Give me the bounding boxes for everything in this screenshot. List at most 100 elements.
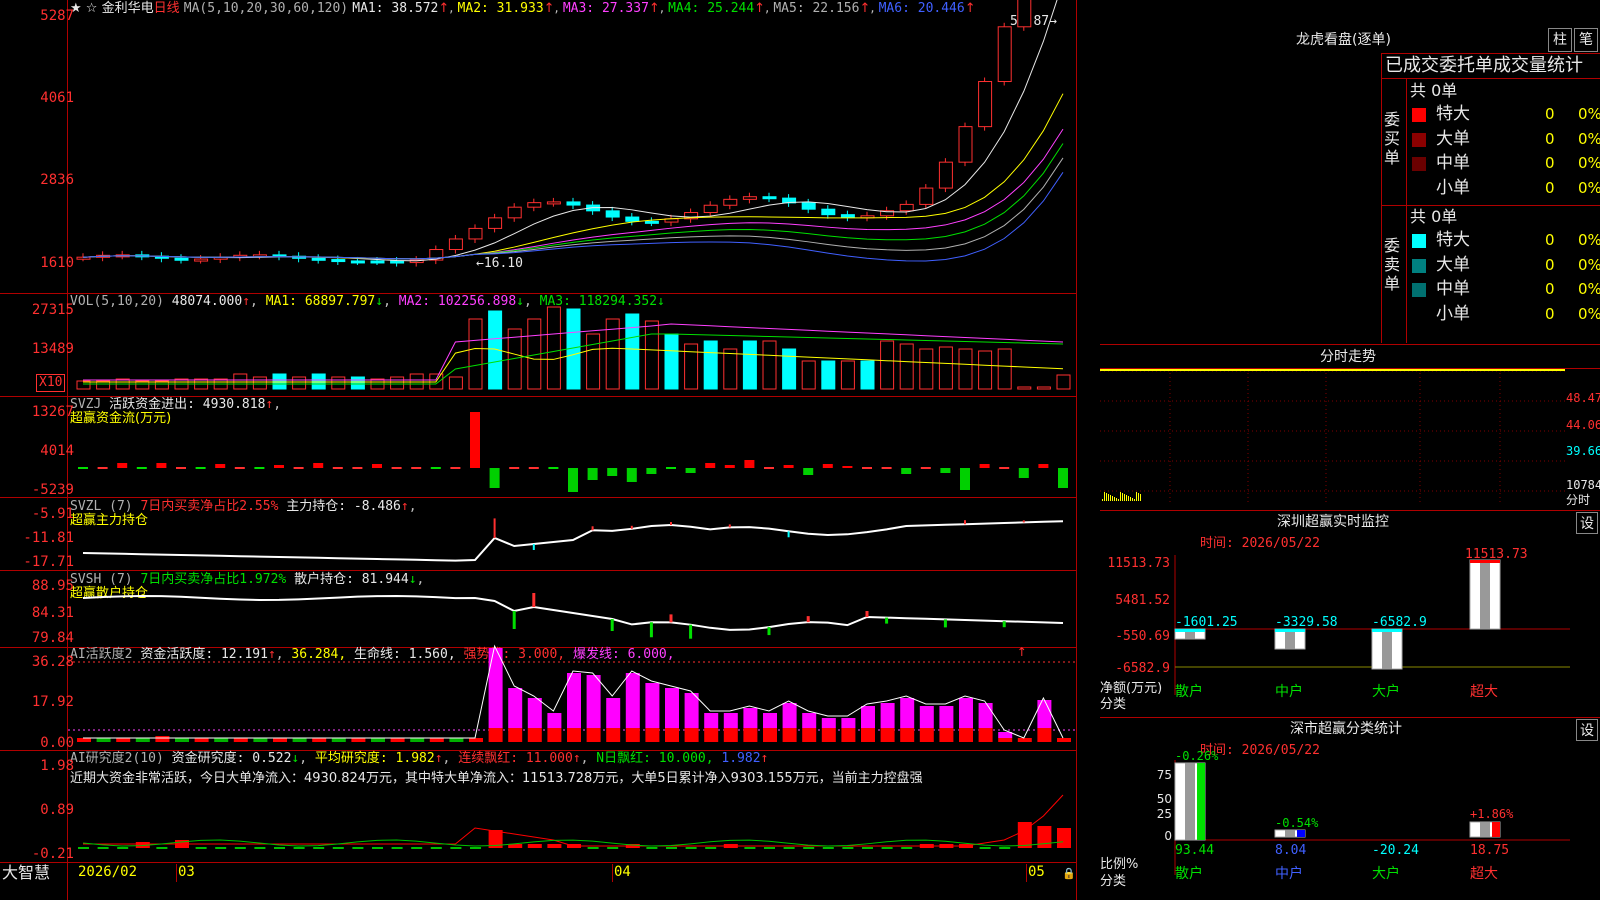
buy-row-pct: 0% [1578,105,1600,123]
research-chart[interactable] [68,751,1076,862]
candle [801,202,816,210]
volume-bar [762,340,777,390]
sell-row-count: 0 [1545,255,1555,274]
divider [1100,717,1600,718]
activity-base-bar [351,738,366,742]
flow-bar [783,465,794,468]
pen-toggle-button[interactable]: 笔 [1574,28,1598,52]
class-category: 大户 [1372,865,1400,882]
date-tick [612,864,613,882]
sell-row-pct: 0% [1578,255,1600,274]
intraday-unit: 分时 [1566,493,1591,507]
flow-bar [470,412,480,468]
activity-bar [665,688,679,728]
activity-chart[interactable]: ↑ [68,644,1076,750]
y-label: 1.98 [40,758,74,774]
candle [311,257,326,261]
research-dash [215,847,227,849]
activity-base-bar [684,728,699,742]
candle [762,196,777,200]
buy-row-count: 0 [1545,154,1555,172]
volume-bar [958,348,973,390]
volume-bar [1017,386,1032,390]
activity-bar [488,648,503,728]
monitor-category: 中户 [1275,683,1303,700]
activity-bar [978,703,993,728]
sell-row-name: 特大 [1436,230,1470,250]
activity-base-bar [1037,728,1052,742]
intraday-volume [1112,496,1113,501]
monitor-axis-label2: 分类 [1100,697,1127,712]
y-label: -5.91 [31,506,74,522]
class-category: 散户 [1175,865,1203,882]
lock-icon[interactable]: 🔒 [1062,866,1076,882]
activity-bar [567,673,581,728]
sell-row-name: 中单 [1436,279,1470,299]
flow-bar [724,465,735,468]
fund-flow-chart[interactable] [68,397,1076,497]
activity-base-bar [273,738,287,742]
research-dash [999,847,1011,849]
volume-chart[interactable] [68,294,1076,396]
volume-bar [448,376,463,390]
vol-unit-badge[interactable]: X10 [36,374,66,392]
class-bar-accent [1492,822,1500,837]
activity-base-bar [704,728,719,742]
flow-bar [391,467,402,469]
activity-base-bar [312,738,327,742]
flow-bar [764,467,774,469]
sell-row-count: 0 [1545,231,1555,249]
volume-bar [919,348,934,390]
bar-toggle-button[interactable]: 柱 [1548,28,1572,52]
y-label: 0.89 [40,802,74,818]
flow-bar [646,468,657,474]
buy-row-pct: 0% [1578,154,1600,172]
monitor-settings-button[interactable]: 设 [1576,512,1598,534]
flow-bar [78,467,88,469]
flow-bar [274,465,284,468]
class-pct: +1.86% [1470,807,1514,821]
flow-bar [568,468,578,492]
buy-row-pct: 0% [1578,178,1600,197]
y-label: -17.71 [23,554,74,570]
intraday-volume [1134,499,1135,501]
intraday-y-label: 39.66 [1566,444,1600,458]
divider [1381,205,1600,206]
volume-bar [644,320,659,390]
intraday-chart[interactable] [1100,369,1565,507]
class-category: 超大 [1470,866,1498,882]
class-settings-button[interactable]: 设 [1576,719,1598,741]
volume-bar [840,360,855,390]
candlestick-chart[interactable] [68,0,1076,292]
candle [997,26,1012,83]
class-bar-chart[interactable]: 75 5025 0 -0.26% -0.54% +1.86% 93.44 8.04 -20.24… [1100,749,1600,900]
activity-base-bar [96,738,111,742]
flow-bar [960,468,970,490]
volume-bar [860,360,875,390]
research-dash [391,847,403,849]
buy-row-count: 0 [1545,178,1555,197]
y-label: 4014 [40,443,74,459]
monitor-bar-shade [1480,560,1490,629]
candle [174,257,189,261]
sell-total: 共 0单 [1410,207,1458,226]
activity-bar [645,683,660,728]
activity-bar [586,675,601,728]
monitor-bar-chart[interactable]: 11513.73 5481.52 -550.69 -6582.9 -1601.25 -33… [1100,547,1600,715]
buy-row-swatch [1412,132,1426,147]
monitor-value: -6582.9 [1372,615,1427,630]
flow-bar [450,467,461,469]
candle [507,206,522,219]
activity-base-bar [135,738,150,742]
intraday-volume [1122,493,1123,501]
intraday-volume [1126,495,1127,501]
retail-holding-chart[interactable] [68,571,1076,647]
research-dash [842,847,854,849]
flow-bar [411,467,422,469]
flow-bar [509,467,520,469]
date-tick [176,864,177,882]
brand-logo: 大智慧 [2,863,51,882]
sell-row-pct: 0% [1578,304,1600,323]
activity-base-bar [116,738,131,742]
main-holding-chart[interactable] [68,498,1076,570]
